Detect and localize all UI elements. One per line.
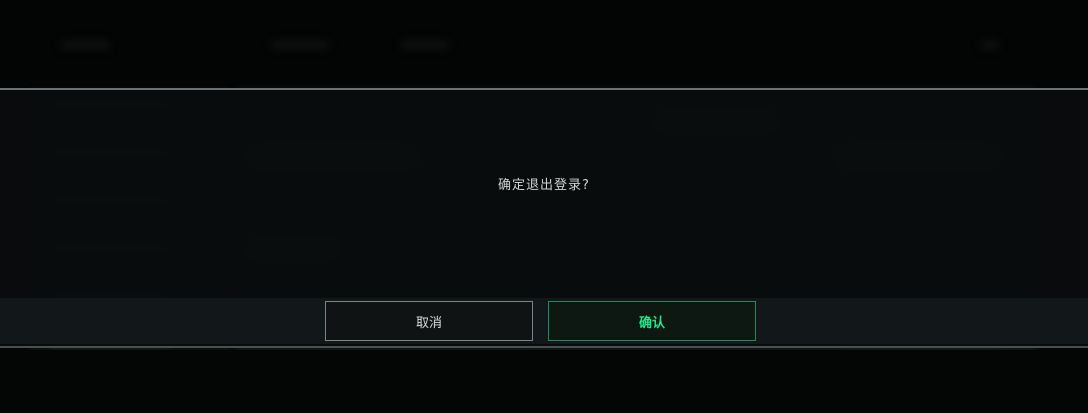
dialog-message: 确定退出登录? xyxy=(498,178,590,193)
background-tab xyxy=(270,40,330,50)
confirm-button[interactable]: 确认 xyxy=(548,301,756,341)
background-tab xyxy=(60,40,110,50)
background-tab xyxy=(400,40,450,50)
background-footer xyxy=(0,350,1088,413)
cancel-button[interactable]: 取消 xyxy=(325,301,533,341)
background-icon xyxy=(980,40,1000,50)
background-header xyxy=(0,0,1088,88)
logout-confirm-dialog: 确定退出登录? 取消 确认 xyxy=(0,88,1088,348)
dialog-button-bar: 取消 确认 xyxy=(0,298,1088,344)
